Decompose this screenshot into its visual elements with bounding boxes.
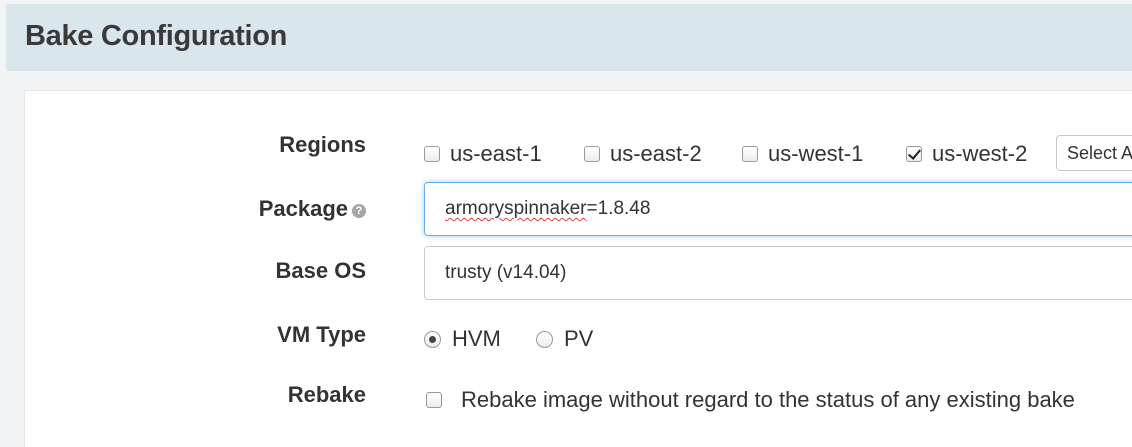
region-us-east-1[interactable]: us-east-1 bbox=[424, 141, 542, 167]
region-us-west-2-label: us-west-2 bbox=[932, 141, 1028, 166]
vm-type-label: VM Type bbox=[277, 322, 366, 347]
base-os-label: Base OS bbox=[275, 258, 367, 283]
section-header: Bake Configuration bbox=[6, 4, 1132, 71]
region-us-east-1-checkbox[interactable] bbox=[424, 146, 440, 162]
base-os-select[interactable]: trusty (v14.04) bbox=[424, 246, 1132, 300]
region-us-west-2[interactable]: us-west-2 bbox=[906, 141, 1027, 167]
region-us-east-2[interactable]: us-east-2 bbox=[584, 141, 702, 167]
package-label-text: Package bbox=[258, 196, 348, 221]
vm-type-hvm-radio[interactable] bbox=[424, 330, 441, 348]
section-title: Bake Configuration bbox=[25, 20, 288, 52]
rebake-label: Rebake bbox=[287, 382, 366, 407]
package-label: Package? bbox=[259, 196, 366, 222]
vm-type-pv-radio[interactable] bbox=[536, 330, 553, 348]
region-us-east-2-label: us-east-2 bbox=[610, 141, 702, 166]
region-us-west-1[interactable]: us-west-1 bbox=[742, 141, 863, 167]
region-us-east-1-label: us-east-1 bbox=[450, 141, 542, 166]
regions-label: Regions bbox=[279, 132, 366, 157]
vm-type-hvm-label: HVM bbox=[452, 326, 501, 351]
package-value-version: =1.8.48 bbox=[586, 198, 651, 219]
package-value-misspelled: armoryspinnaker bbox=[445, 198, 587, 219]
region-us-west-1-label: us-west-1 bbox=[768, 141, 864, 166]
rebake-checkbox-label: Rebake image without regard to the statu… bbox=[461, 387, 1075, 412]
select-all-dropdown[interactable]: Select A bbox=[1056, 135, 1132, 171]
vm-type-hvm[interactable]: HVM bbox=[424, 326, 501, 352]
vm-type-pv[interactable]: PV bbox=[536, 326, 593, 352]
package-input[interactable]: armoryspinnaker=1.8.48 bbox=[424, 182, 1132, 236]
rebake-option[interactable]: Rebake image without regard to the statu… bbox=[426, 387, 1075, 413]
vm-type-pv-label: PV bbox=[564, 326, 594, 351]
rebake-checkbox[interactable] bbox=[426, 392, 442, 408]
question-circle-icon[interactable]: ? bbox=[352, 204, 366, 218]
region-us-west-1-checkbox[interactable] bbox=[742, 146, 758, 162]
region-us-west-2-checkbox[interactable] bbox=[906, 146, 922, 162]
region-us-east-2-checkbox[interactable] bbox=[584, 146, 600, 162]
